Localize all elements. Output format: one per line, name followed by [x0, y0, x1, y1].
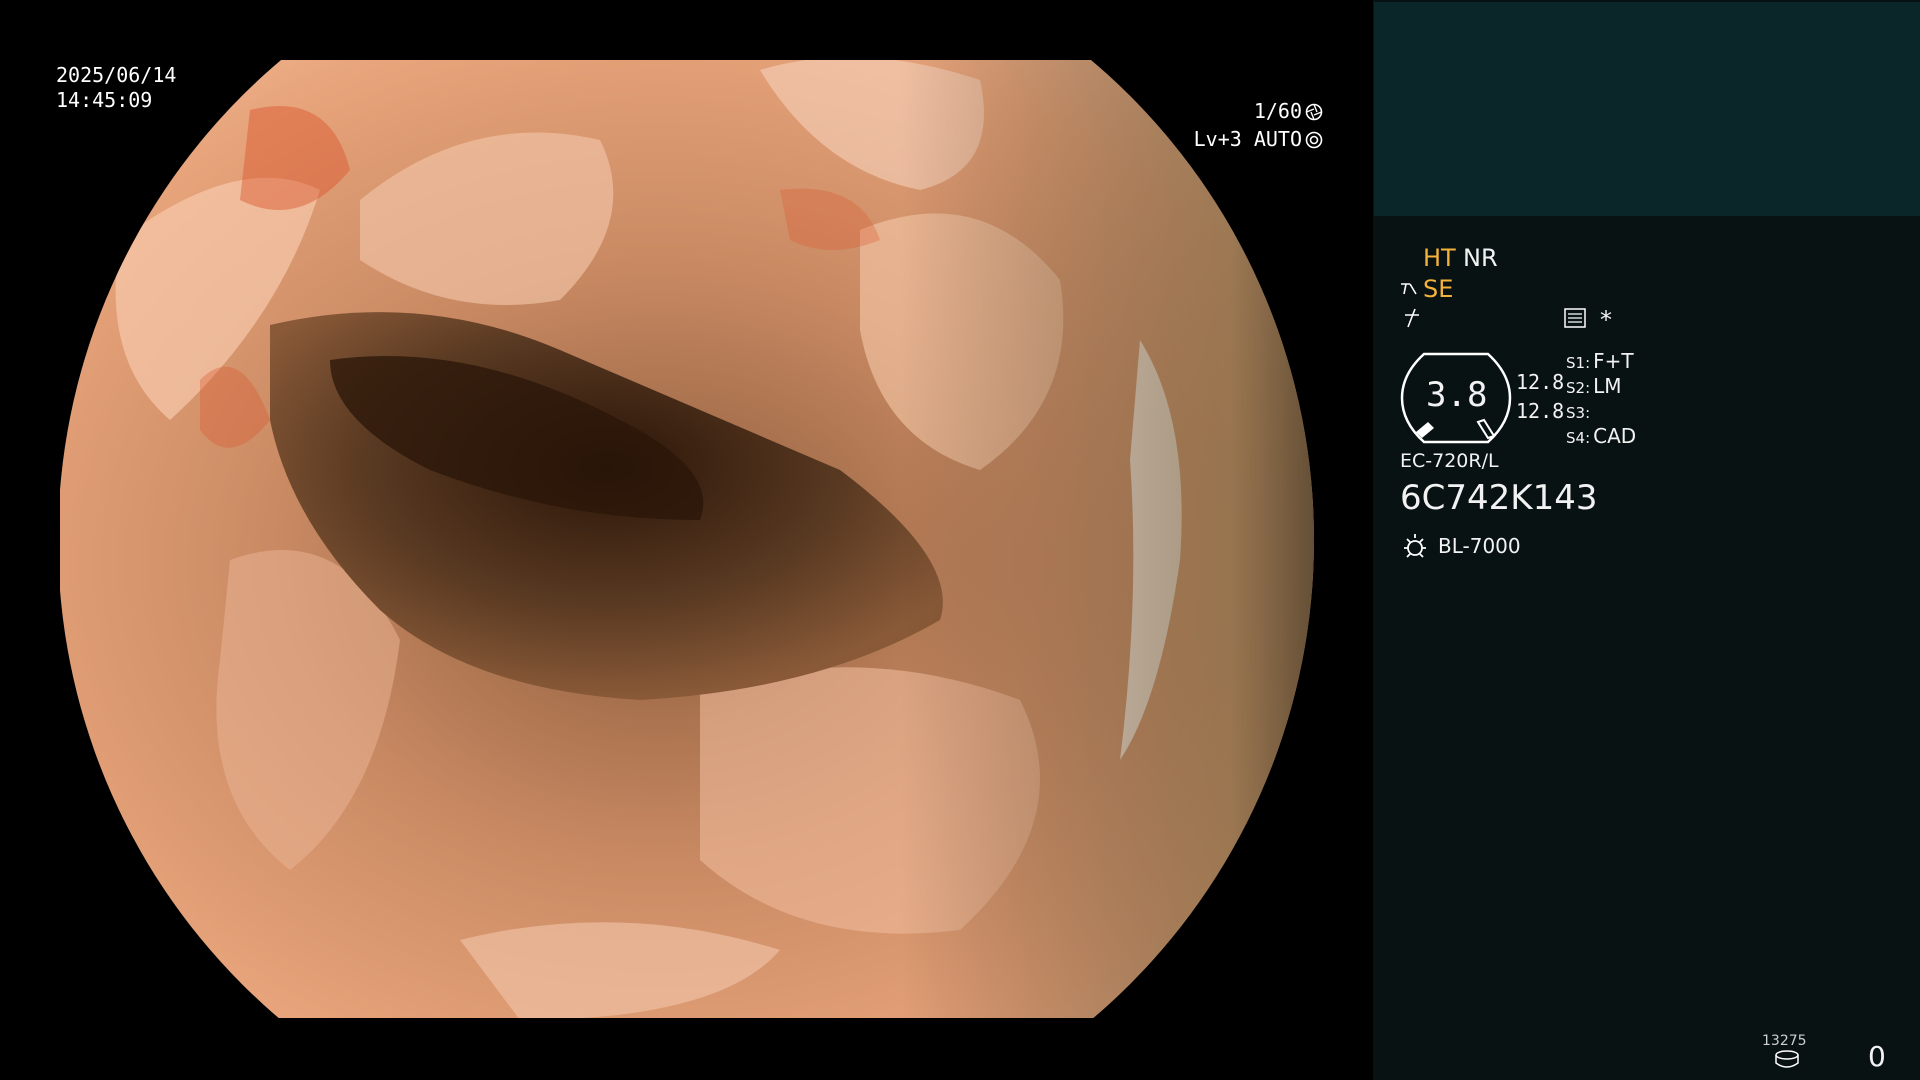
switch-s1-key: S1:: [1566, 354, 1591, 372]
scope-serial: 6C742K143: [1400, 478, 1598, 518]
star-indicator: *: [1600, 306, 1612, 334]
thumbnail-area: [1374, 2, 1920, 216]
gauge-reading-2: 12.8: [1516, 399, 1565, 423]
gauge-reading-1: 12.8: [1516, 370, 1565, 394]
se-indicator: SE: [1423, 275, 1454, 303]
settings-list-icon: [1564, 308, 1586, 328]
switch-s3-key: S3:: [1566, 404, 1591, 422]
switch-s2: S2: LM: [1566, 374, 1622, 398]
aperture-icon: [1305, 103, 1323, 121]
switch-s4: S4: CAD: [1566, 424, 1636, 448]
flash-icon: [1405, 308, 1419, 328]
shutter-value: 1/60: [1253, 99, 1302, 123]
structure-enhance-icon: [1401, 283, 1417, 295]
exposure-level-readout: Lv+3 AUTO: [1194, 127, 1323, 152]
storage-icon: [1775, 1050, 1799, 1068]
image-count: 13275: [1762, 1033, 1807, 1049]
date-readout: 2025/06/14: [56, 63, 177, 87]
endoscope-view: 2025/06/14 14:45:09 1/60 Lv+3 AUTO: [0, 0, 1373, 1080]
switch-s3: S3:: [1566, 399, 1593, 423]
scope-model: EC-720R/L: [1400, 450, 1499, 472]
switch-s2-value: LM: [1593, 374, 1622, 398]
switch-s4-value: CAD: [1593, 424, 1637, 448]
gauge-value: 3.8: [1426, 375, 1488, 415]
switch-s1: S1: F+T: [1566, 349, 1634, 373]
endoscopic-image: [60, 60, 1314, 1018]
light-source-icon: [1404, 534, 1426, 558]
light-source-label: BL-7000: [1438, 534, 1521, 558]
shutter-readout: 1/60: [1254, 99, 1323, 124]
auto-iris-icon: [1305, 131, 1323, 149]
switch-s1-value: F+T: [1593, 349, 1634, 373]
nr-indicator: NR: [1463, 244, 1498, 272]
ht-indicator: HT: [1423, 244, 1456, 272]
switch-s2-key: S2:: [1566, 379, 1591, 397]
time-readout: 14:45:09: [56, 88, 153, 112]
switch-s4-key: S4:: [1566, 429, 1591, 447]
exposure-level-value: Lv+3 AUTO: [1193, 127, 1302, 151]
counter-value: 0: [1868, 1040, 1886, 1073]
